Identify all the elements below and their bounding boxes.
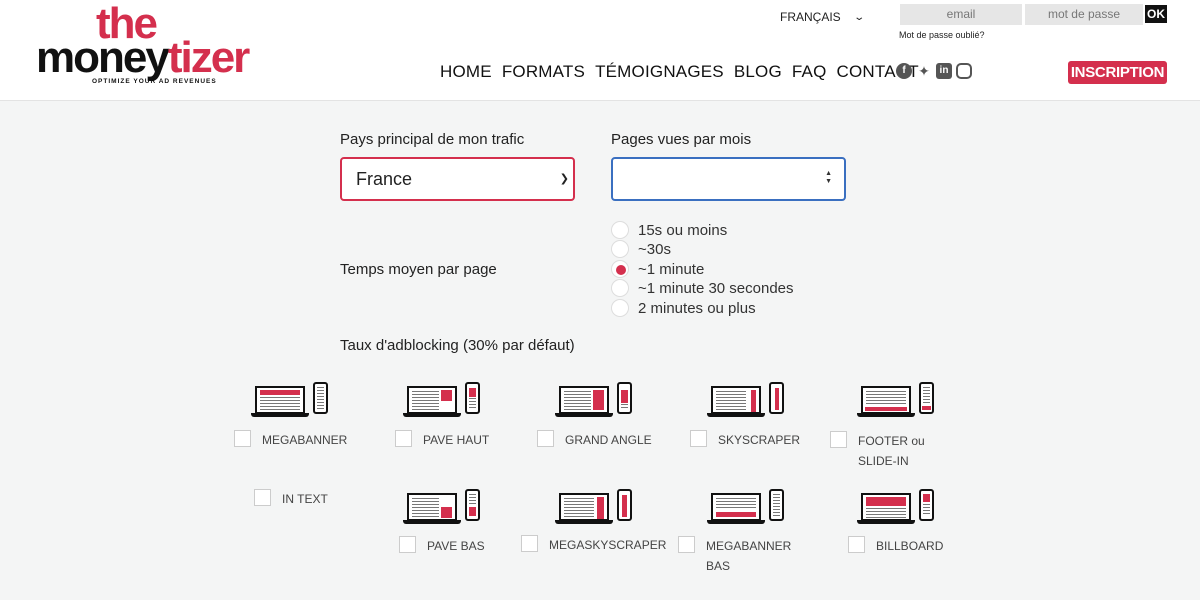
format-option[interactable]: PAVE BAS [399, 536, 485, 556]
format-checkbox[interactable] [848, 536, 865, 553]
time-label: Temps moyen par page [340, 261, 497, 278]
chevron-down-icon: ⌄ [853, 11, 865, 23]
format-option[interactable]: MEGABANNER [234, 430, 347, 450]
logo-moneytizer: moneytizer [36, 33, 250, 82]
adblock-label: Taux d'adblocking (30% par défaut) [340, 337, 575, 354]
nav-faq[interactable]: FAQ [792, 62, 827, 82]
format-checkbox[interactable] [254, 489, 271, 506]
instagram-icon[interactable] [956, 63, 972, 79]
radio-button[interactable] [611, 299, 629, 317]
forgot-password-link[interactable]: Mot de passe oublié? [899, 30, 985, 40]
time-option-label: ~30s [638, 240, 671, 258]
pave-haut-icon [403, 382, 483, 418]
format-label: MEGABANNER BAS [706, 536, 791, 576]
format-checkbox[interactable] [830, 431, 847, 448]
format-label-line: SLIDE-IN [858, 454, 909, 468]
format-checkbox[interactable] [521, 535, 538, 552]
radio-button[interactable] [611, 240, 629, 258]
format-checkbox[interactable] [395, 430, 412, 447]
inscription-button[interactable]: INSCRIPTION [1068, 61, 1167, 84]
format-checkbox[interactable] [234, 430, 251, 447]
pave-bas-icon [403, 489, 483, 525]
nav-blog[interactable]: BLOG [734, 62, 782, 82]
social-links: f ✦ in [896, 63, 972, 79]
language-label: FRANÇAIS [780, 10, 841, 24]
password-field[interactable]: mot de passe [1025, 4, 1143, 25]
nav-home[interactable]: HOME [440, 62, 492, 82]
billboard-icon [857, 489, 937, 525]
twitter-icon[interactable]: ✦ [916, 63, 932, 79]
main-nav: HOME FORMATS TÉMOIGNAGES BLOG FAQ CONTAC… [440, 62, 929, 82]
format-label: IN TEXT [282, 492, 328, 506]
format-checkbox[interactable] [399, 536, 416, 553]
megaskyscraper-icon [555, 489, 635, 525]
format-option[interactable]: MEGASKYSCRAPER [521, 535, 666, 555]
format-label: GRAND ANGLE [565, 433, 652, 447]
country-label: Pays principal de mon trafic [340, 131, 525, 148]
chevron-down-icon: ❯ [559, 173, 569, 185]
format-option[interactable]: GRAND ANGLE [537, 430, 652, 450]
megabanner-bas-icon [707, 489, 787, 525]
nav-temoignages[interactable]: TÉMOIGNAGES [595, 62, 724, 82]
format-label-line: BAS [706, 559, 731, 573]
radio-button[interactable] [611, 221, 629, 239]
country-select[interactable]: France ❯ [340, 157, 575, 201]
footer-slide-in-icon [857, 382, 937, 418]
language-select[interactable]: FRANÇAIS ⌄ [780, 10, 865, 24]
time-option[interactable]: 15s ou moins [611, 221, 727, 239]
email-field[interactable]: email [900, 4, 1022, 25]
login-ok-button[interactable]: OK [1145, 5, 1167, 23]
time-option[interactable]: ~30s [611, 240, 671, 258]
pageviews-label: Pages vues par mois [611, 131, 752, 148]
format-option[interactable]: SKYSCRAPER [690, 430, 800, 450]
country-value: France [356, 169, 413, 189]
time-option-label: ~1 minute [638, 260, 705, 278]
format-label: SKYSCRAPER [718, 433, 801, 447]
format-label-line: MEGABANNER [706, 539, 792, 553]
time-option-label: 2 minutes ou plus [638, 299, 756, 317]
megabanner-icon [251, 382, 331, 418]
logo-money: money [36, 33, 170, 82]
time-option[interactable]: 2 minutes ou plus [611, 299, 756, 317]
format-option[interactable]: BILLBOARD [848, 536, 943, 556]
radio-button[interactable] [611, 279, 629, 297]
format-label: MEGABANNER [262, 433, 348, 447]
format-label: FOOTER ou SLIDE-IN [858, 431, 925, 471]
site-logo[interactable]: the moneytizer OPTIMIZE YOUR AD REVENUES [36, 2, 250, 90]
logo-tagline: OPTIMIZE YOUR AD REVENUES [92, 78, 217, 85]
format-checkbox[interactable] [690, 430, 707, 447]
format-checkbox[interactable] [537, 430, 554, 447]
time-option-label: 15s ou moins [638, 221, 728, 239]
skyscraper-icon [707, 382, 787, 418]
logo-tizer: tizer [167, 33, 250, 82]
facebook-icon[interactable]: f [896, 63, 912, 79]
format-option[interactable]: FOOTER ou SLIDE-IN [830, 431, 925, 471]
radio-button-checked[interactable] [611, 260, 629, 278]
time-option-label: ~1 minute 30 secondes [638, 279, 794, 297]
format-option[interactable]: IN TEXT [254, 489, 328, 509]
time-option[interactable]: ~1 minute 30 secondes [611, 279, 794, 297]
time-option[interactable]: ~1 minute [611, 260, 704, 278]
format-label-line: FOOTER ou [858, 434, 925, 448]
format-label: PAVE HAUT [423, 433, 490, 447]
site-header: the moneytizer OPTIMIZE YOUR AD REVENUES… [0, 0, 1200, 101]
format-option[interactable]: MEGABANNER BAS [678, 536, 791, 576]
format-checkbox[interactable] [678, 536, 695, 553]
format-option[interactable]: PAVE HAUT [395, 430, 489, 450]
linkedin-icon[interactable]: in [936, 63, 952, 79]
format-label: BILLBOARD [876, 539, 944, 553]
number-spinner-icon[interactable]: ▲ ▼ [825, 170, 832, 186]
format-label: MEGASKYSCRAPER [549, 538, 667, 552]
format-label: PAVE BAS [427, 539, 485, 553]
nav-formats[interactable]: FORMATS [502, 62, 585, 82]
grand-angle-icon [555, 382, 635, 418]
pageviews-input[interactable]: ▲ ▼ [611, 157, 846, 201]
